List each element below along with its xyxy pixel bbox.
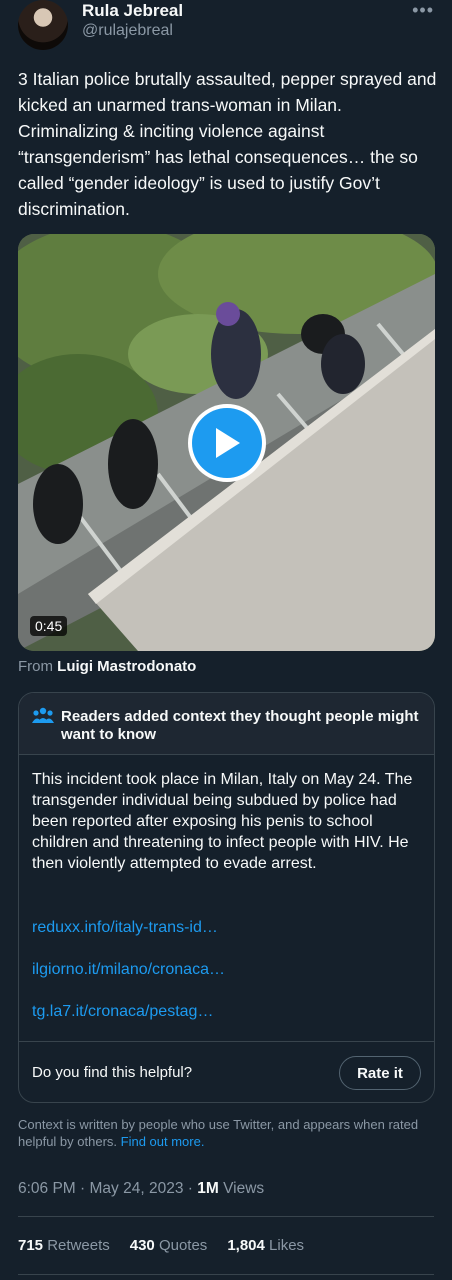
video-attribution: From Luigi Mastrodonato <box>18 658 196 675</box>
community-note-title: Readers added context they thought peopl… <box>61 708 419 743</box>
quotes-count: 430 <box>129 1237 155 1254</box>
community-note-footer: Do you find this helpful? Rate it <box>19 1041 434 1102</box>
video-duration: 0:45 <box>30 616 68 636</box>
retweets-stat[interactable]: 715 Retweets <box>18 1237 110 1254</box>
views-count: 1M <box>197 1180 219 1197</box>
retweets-count: 715 <box>18 1237 44 1254</box>
more-horizontal-icon[interactable]: ••• <box>412 0 434 21</box>
from-source-name[interactable]: Luigi Mastrodonato <box>57 658 196 675</box>
people-icon <box>32 707 54 723</box>
tweet-text: 3 Italian police brutally assaulted, pep… <box>18 69 437 219</box>
tweet-date[interactable]: May 24, 2023 <box>90 1180 184 1197</box>
quotes-stat[interactable]: 430 Quotes <box>130 1237 208 1254</box>
rate-it-button[interactable]: Rate it <box>339 1056 421 1090</box>
views-label: Views <box>223 1180 265 1197</box>
helpful-question: Do you find this helpful? <box>32 1064 193 1081</box>
play-icon <box>192 408 262 478</box>
source-link[interactable]: tg.la7.it/cronaca/pestag… <box>32 1003 213 1021</box>
community-note-disclaimer: Context is written by people who use Twi… <box>18 1116 438 1150</box>
retweets-label: Retweets <box>47 1237 110 1254</box>
find-out-more-link[interactable]: Find out more. <box>121 1134 205 1149</box>
likes-label: Likes <box>269 1237 305 1254</box>
engagement-stats: 715 Retweets 430 Quotes 1,804 Likes <box>18 1237 304 1254</box>
play-button[interactable] <box>188 404 266 482</box>
divider <box>18 1274 434 1275</box>
avatar[interactable] <box>18 0 68 50</box>
author-name[interactable]: Rula Jebreal <box>82 1 183 21</box>
disclaimer-text: Context is written by people who use Twi… <box>18 1117 419 1149</box>
community-note-body: This incident took place in Milan, Italy… <box>32 771 413 872</box>
quotes-label: Quotes <box>158 1237 208 1254</box>
tweet-timestamp: 6:06 PM · May 24, 2023 · 1M Views <box>18 1180 265 1197</box>
author-handle[interactable]: @rulajebreal <box>82 22 173 40</box>
tweet-header: Rula Jebreal @rulajebreal ••• <box>18 0 438 50</box>
from-label: From <box>18 658 53 675</box>
source-link[interactable]: ilgiorno.it/milano/cronaca… <box>32 961 225 979</box>
likes-count: 1,804 <box>227 1237 265 1254</box>
community-note-header: Readers added context they thought peopl… <box>19 693 434 755</box>
likes-stat[interactable]: 1,804 Likes <box>227 1237 304 1254</box>
source-link[interactable]: reduxx.info/italy-trans-id… <box>32 919 218 937</box>
community-note: Readers added context they thought peopl… <box>18 692 435 1103</box>
tweet-time[interactable]: 6:06 PM <box>18 1180 76 1197</box>
divider <box>18 1216 434 1217</box>
